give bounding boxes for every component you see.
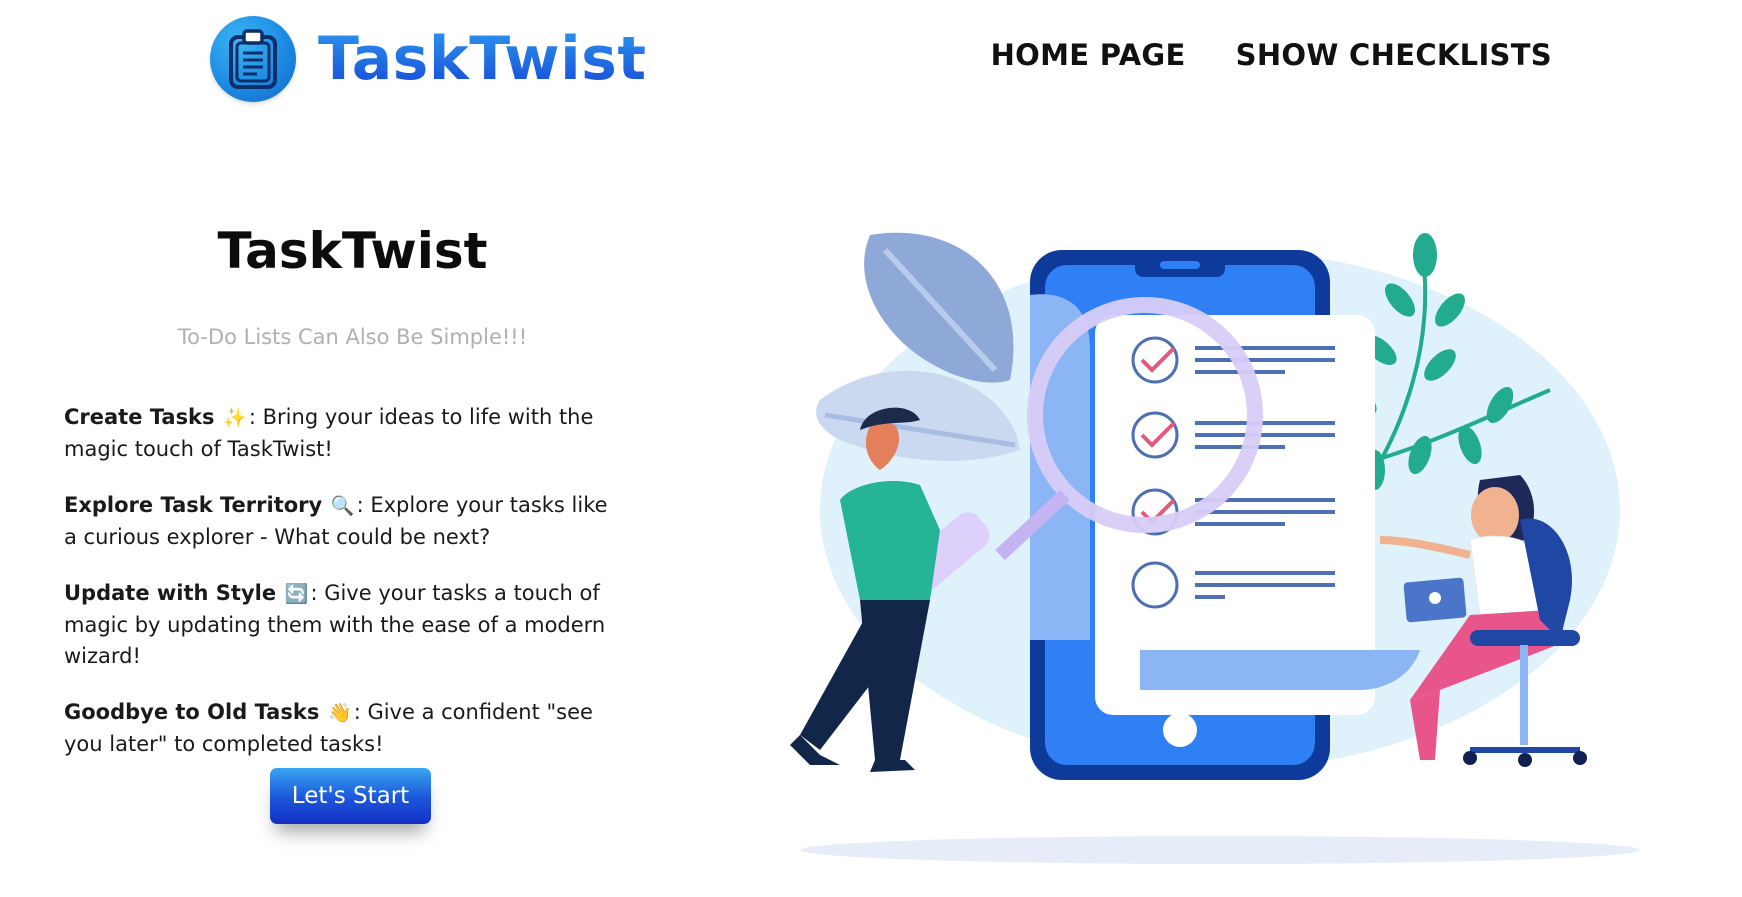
nav-home-page[interactable]: HOME PAGE bbox=[991, 38, 1186, 72]
clipboard-icon bbox=[210, 16, 296, 102]
logo[interactable]: TaskTwist bbox=[210, 16, 647, 102]
monstera-leaf-icon bbox=[816, 232, 1020, 461]
hero-tagline: To-Do Lists Can Also Be Simple!!! bbox=[177, 325, 528, 349]
floor-shadow bbox=[800, 836, 1640, 864]
feature-explore-task-territory: Explore Task Territory 🔍: Explore your t… bbox=[64, 490, 624, 553]
feature-title: Explore Task Territory bbox=[64, 493, 323, 517]
feature-title: Goodbye to Old Tasks bbox=[64, 700, 320, 724]
sparkles-icon: ✨ bbox=[223, 407, 247, 429]
lets-start-button[interactable]: Let's Start bbox=[270, 768, 431, 824]
feature-goodbye-old-tasks: Goodbye to Old Tasks 👋: Give a confident… bbox=[64, 697, 624, 760]
wave-icon: 👋 bbox=[328, 702, 352, 724]
hero-illustration bbox=[780, 220, 1680, 870]
nav-show-checklists[interactable]: SHOW CHECKLISTS bbox=[1236, 38, 1552, 72]
feature-create-tasks: Create Tasks ✨: Bring your ideas to life… bbox=[64, 402, 624, 465]
magnifier-icon: 🔍 bbox=[330, 495, 355, 517]
feature-update-with-style: Update with Style 🔄: Give your tasks a t… bbox=[64, 578, 624, 672]
feature-list: Create Tasks ✨: Bring your ideas to life… bbox=[64, 402, 624, 785]
hero-title: TaskTwist bbox=[217, 222, 488, 280]
feature-title: Update with Style bbox=[64, 581, 277, 605]
refresh-icon: 🔄 bbox=[284, 583, 309, 605]
main-nav: HOME PAGE SHOW CHECKLISTS bbox=[991, 38, 1552, 72]
feature-title: Create Tasks bbox=[64, 405, 215, 429]
logo-text: TaskTwist bbox=[318, 24, 647, 94]
